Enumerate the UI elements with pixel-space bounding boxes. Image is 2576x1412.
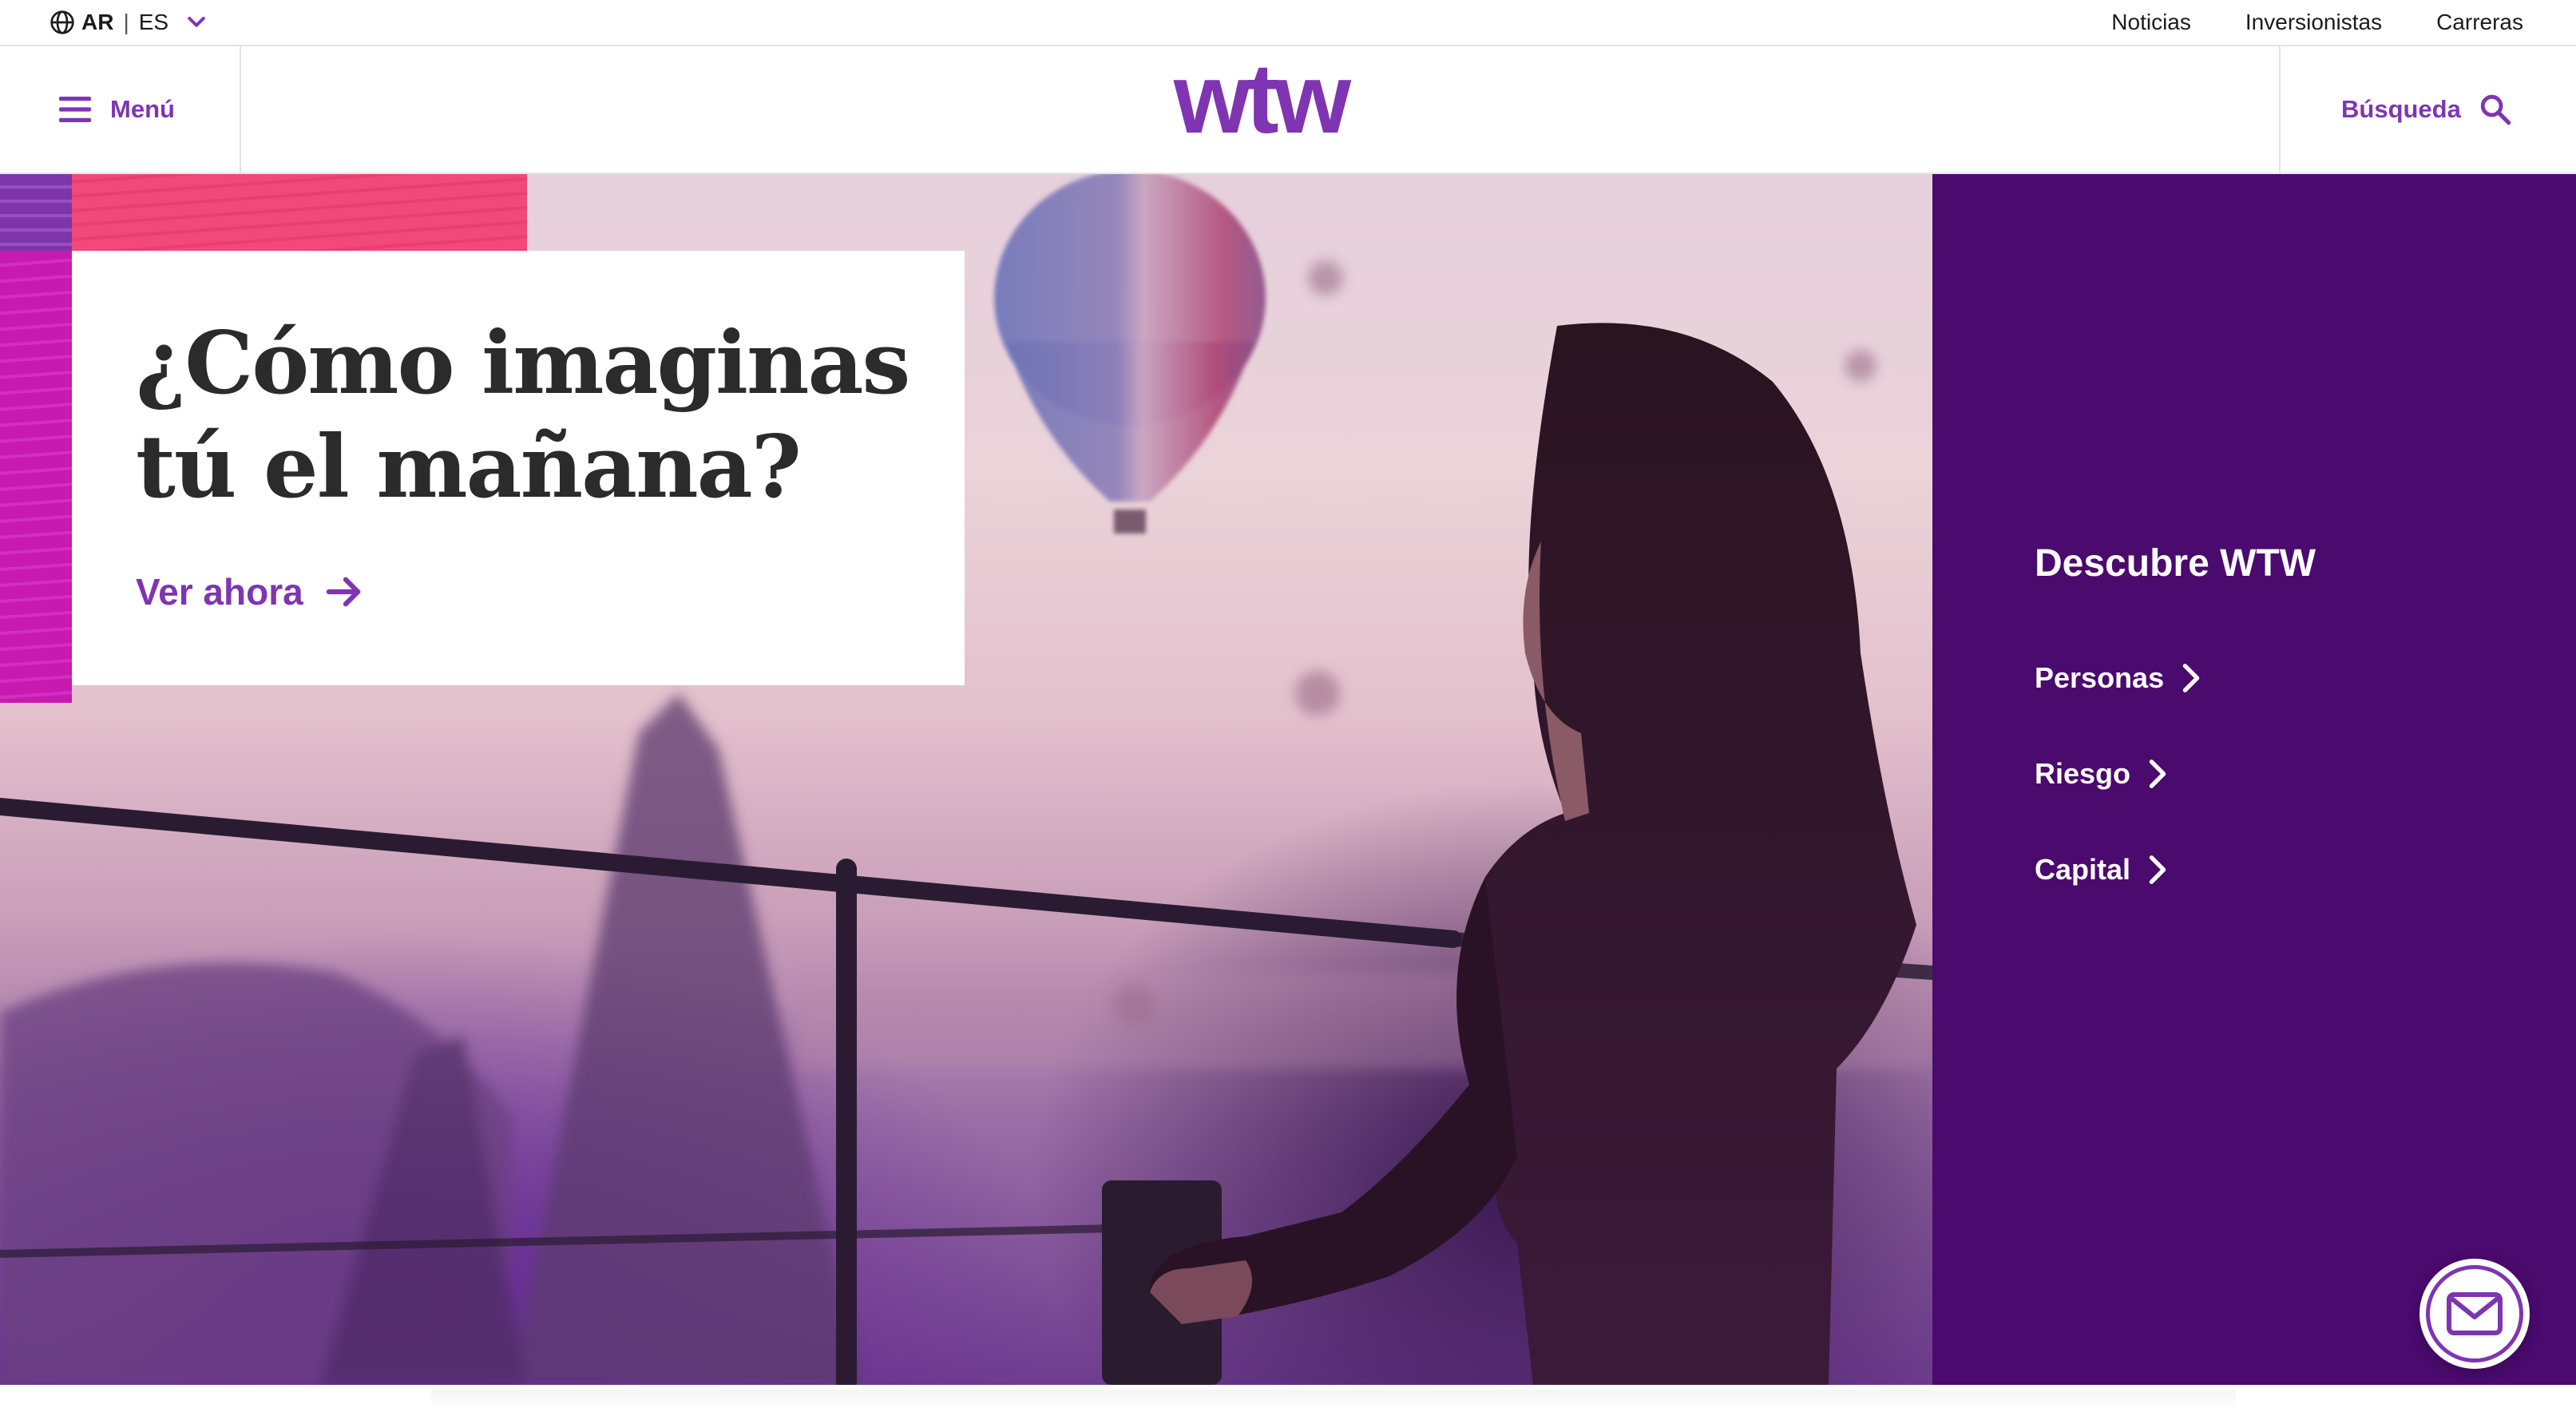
utility-link-inversionistas[interactable]: Inversionistas <box>2245 10 2382 35</box>
accent-stripes-corner <box>0 174 72 251</box>
search-icon <box>2480 94 2511 125</box>
utility-link-noticias[interactable]: Noticias <box>2111 10 2191 35</box>
ver-ahora-link[interactable]: Ver ahora <box>136 570 965 613</box>
search-label: Búsqueda <box>2341 95 2461 123</box>
menu-button[interactable]: Menú <box>0 46 241 173</box>
region-code: AR <box>81 10 114 34</box>
discover-panel: Descubre WTW Personas Riesgo Capital <box>1932 174 2576 1385</box>
mail-button-ring <box>2426 1265 2523 1362</box>
discover-list: Personas Riesgo Capital <box>2035 630 2576 918</box>
mail-icon <box>2447 1292 2503 1335</box>
cta-label: Ver ahora <box>136 571 303 613</box>
next-section-shadow <box>431 1390 2236 1412</box>
search-button[interactable]: Búsqueda <box>2279 46 2576 173</box>
discover-item-capital[interactable]: Capital <box>2035 822 2576 918</box>
utility-link-carreras[interactable]: Carreras <box>2436 10 2523 35</box>
arrow-right-icon <box>326 577 361 607</box>
main-header: Menú wtw Búsqueda <box>0 46 2576 174</box>
locale-separator: | <box>123 10 129 34</box>
contact-mail-button[interactable] <box>2419 1259 2530 1369</box>
hamburger-icon <box>59 97 91 122</box>
utility-bar: AR | ES Noticias Inversionistas Carreras <box>0 0 2576 46</box>
utility-links: Noticias Inversionistas Carreras <box>2111 10 2523 35</box>
accent-stripes-top <box>0 174 527 251</box>
discover-item-personas[interactable]: Personas <box>2035 630 2576 726</box>
language-code: ES <box>138 10 169 34</box>
discover-item-riesgo[interactable]: Riesgo <box>2035 726 2576 822</box>
discover-item-label: Riesgo <box>2035 757 2131 790</box>
discover-item-label: Capital <box>2035 853 2131 886</box>
globe-icon <box>50 10 74 34</box>
wtw-logo[interactable]: wtw <box>1134 64 1386 153</box>
chevron-right-icon <box>2182 664 2200 692</box>
discover-item-label: Personas <box>2035 661 2165 694</box>
svg-text:wtw: wtw <box>1173 64 1352 153</box>
chevron-down-icon[interactable] <box>184 10 208 34</box>
discover-title: Descubre WTW <box>2035 542 2316 585</box>
menu-label: Menú <box>110 95 175 123</box>
chevron-right-icon <box>2149 760 2166 788</box>
hero-headline-card: ¿Cómo imaginas tú el mañana? Ver ahora <box>72 251 965 685</box>
hero-headline: ¿Cómo imaginas tú el mañana? <box>136 313 910 518</box>
chevron-right-icon <box>2149 855 2166 884</box>
accent-stripes-side <box>0 251 72 703</box>
locale-selector[interactable]: AR | ES <box>50 10 208 35</box>
